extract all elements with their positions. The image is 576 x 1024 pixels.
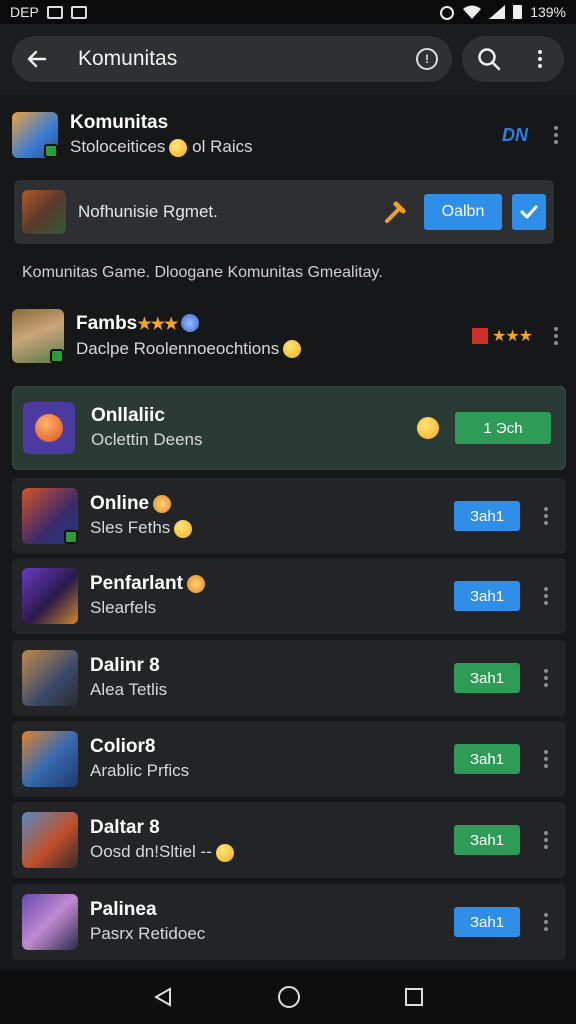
game-action-button[interactable]: Заh1 bbox=[454, 744, 520, 774]
game-subtitle: Sles Feths bbox=[90, 518, 171, 537]
hammer-icon[interactable] bbox=[382, 199, 408, 225]
promo-text: Nofhunisie Rgmet. bbox=[78, 202, 218, 221]
flag-icon bbox=[471, 328, 488, 344]
more-options-icon[interactable] bbox=[536, 669, 556, 687]
featured-icon bbox=[12, 309, 64, 363]
highlighted-button[interactable]: 1 Эch bbox=[455, 412, 551, 444]
game-action-button[interactable]: Заh1 bbox=[454, 581, 520, 611]
game-icon bbox=[22, 731, 78, 787]
game-subtitle: Alea Tetlis bbox=[90, 680, 168, 699]
game-row[interactable]: Penfarlant Slearfels Заh1 bbox=[12, 558, 566, 634]
search-icon[interactable] bbox=[476, 46, 502, 72]
promo-bar[interactable]: Nofhunisie Rgmet. Oalbn bbox=[14, 180, 554, 244]
game-row[interactable]: Daltar 8 Oosd dn!Sltiel -- Заh1 bbox=[12, 802, 566, 878]
header-app-subtitle: Stoloceitices bbox=[70, 137, 166, 156]
more-options-icon[interactable] bbox=[546, 327, 566, 345]
wifi-icon bbox=[463, 5, 482, 19]
section-caption: Komunitas Game. Dlooganе Komunitas Gmeal… bbox=[22, 264, 383, 281]
more-options-icon[interactable] bbox=[530, 50, 550, 68]
game-action-button[interactable]: Заh1 bbox=[454, 663, 520, 693]
navigation-bar bbox=[0, 970, 576, 1024]
game-icon bbox=[22, 812, 78, 868]
featured-subtitle: Daclpe Roolennoeochtions bbox=[76, 338, 280, 358]
back-button[interactable] bbox=[12, 36, 62, 82]
more-options-icon[interactable] bbox=[536, 831, 556, 849]
game-title: Daltar 8 bbox=[90, 817, 160, 838]
more-options-icon[interactable] bbox=[546, 126, 566, 144]
emoji-icon bbox=[169, 138, 188, 157]
search-input[interactable]: Komunitas bbox=[78, 47, 416, 71]
install-badge-icon bbox=[50, 349, 64, 363]
emoji-icon bbox=[153, 494, 172, 513]
more-options-icon[interactable] bbox=[536, 750, 556, 768]
game-icon bbox=[22, 568, 78, 624]
emoji-icon bbox=[283, 340, 302, 359]
status-bar: DEP 139% bbox=[0, 0, 576, 24]
game-row[interactable]: Colior8 Arablic Prfics Заh1 bbox=[12, 721, 566, 797]
game-row[interactable]: Online Sles Feths Заh1 bbox=[12, 478, 566, 554]
emoji-icon bbox=[417, 417, 439, 439]
game-action-button[interactable]: Заh1 bbox=[454, 907, 520, 937]
install-badge-icon bbox=[64, 530, 78, 544]
game-icon bbox=[22, 650, 78, 706]
confirm-checkbox[interactable] bbox=[512, 194, 546, 230]
battery-icon bbox=[513, 5, 523, 19]
toolbar: Komunitas ! bbox=[0, 24, 576, 94]
toolbar-actions bbox=[462, 36, 564, 82]
status-left-text: DEP bbox=[10, 4, 39, 20]
emoji-icon bbox=[215, 843, 234, 862]
game-row[interactable]: Dalinr 8 Alea Tetlis Заh1 bbox=[12, 640, 566, 716]
featured-title: Fambs bbox=[76, 312, 138, 334]
game-subtitle: Oosd dn!Sltiel -- bbox=[90, 842, 212, 861]
game-title: Online bbox=[90, 493, 150, 514]
signal-icon bbox=[489, 5, 506, 19]
highlighted-subtitle: Oclettin Deens bbox=[91, 430, 203, 449]
game-icon bbox=[23, 402, 75, 454]
more-options-icon[interactable] bbox=[536, 913, 556, 931]
rating-stars-icon: ★★★ bbox=[137, 315, 178, 333]
game-subtitle: Arablic Prfics bbox=[90, 761, 190, 780]
game-action-button[interactable]: Заh1 bbox=[454, 825, 520, 855]
promo-button[interactable]: Oalbn bbox=[424, 194, 502, 230]
nav-recents-icon[interactable] bbox=[404, 987, 424, 1007]
info-icon[interactable]: ! bbox=[416, 48, 438, 70]
header-app-badge: DN bbox=[502, 124, 528, 145]
game-subtitle: Slearfels bbox=[90, 598, 157, 617]
globe-icon bbox=[181, 314, 200, 333]
promo-icon bbox=[22, 190, 66, 234]
more-options-icon[interactable] bbox=[536, 587, 556, 605]
game-title: Dalinr 8 bbox=[90, 655, 160, 676]
game-title: Colior8 bbox=[90, 736, 156, 757]
notification-icon bbox=[46, 5, 63, 19]
arrow-left-icon bbox=[27, 50, 47, 68]
emoji-icon bbox=[186, 574, 205, 593]
app-icon bbox=[12, 112, 58, 158]
game-title: Penfarlant bbox=[90, 573, 183, 594]
search-bar[interactable]: Komunitas ! bbox=[12, 36, 452, 82]
emoji-icon bbox=[174, 519, 193, 538]
featured-row[interactable]: Fambs★★★ Daclpe Roolennoeochtions ★★★ bbox=[12, 306, 566, 366]
nav-home-icon[interactable] bbox=[277, 985, 301, 1009]
game-icon bbox=[22, 894, 78, 950]
header-app-title: Komunitas bbox=[70, 112, 169, 133]
highlighted-title: Onllaliic bbox=[91, 405, 165, 426]
header-app-subtitle-tail: ol Raics bbox=[192, 137, 253, 156]
rating-stars-icon: ★★★ bbox=[491, 328, 533, 345]
image-icon bbox=[70, 5, 87, 19]
game-action-button[interactable]: Заh1 bbox=[454, 501, 520, 531]
more-options-icon[interactable] bbox=[536, 507, 556, 525]
game-subtitle: Pasrx Retidoec bbox=[90, 924, 206, 943]
alarm-icon bbox=[440, 6, 455, 20]
nav-back-icon[interactable] bbox=[152, 986, 174, 1008]
game-row[interactable]: Palinea Pasrx Retidoec Заh1 bbox=[12, 884, 566, 960]
check-icon bbox=[520, 205, 538, 219]
game-icon bbox=[22, 488, 78, 544]
highlighted-card[interactable]: Onllaliic Oclettin Deens 1 Эch bbox=[12, 386, 566, 470]
install-badge-icon bbox=[44, 144, 58, 158]
battery-text: 139% bbox=[530, 4, 566, 20]
header-app-row[interactable]: Komunitas Stoloceitices ol Raics DN bbox=[12, 108, 566, 162]
game-title: Palinea bbox=[90, 899, 157, 920]
